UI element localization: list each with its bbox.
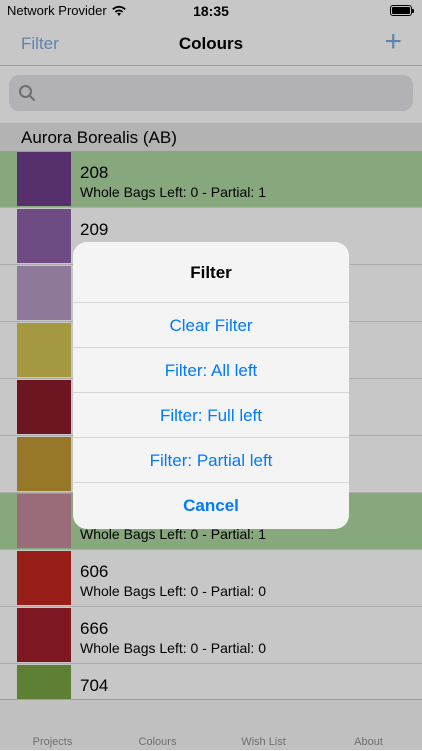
- cancel-button[interactable]: Cancel: [73, 483, 349, 528]
- filter-partial-left-button[interactable]: Filter: Partial left: [73, 438, 349, 483]
- dialog-title: Filter: [73, 242, 349, 303]
- filter-all-left-button[interactable]: Filter: All left: [73, 348, 349, 393]
- filter-dialog: Filter Clear Filter Filter: All left Fil…: [73, 242, 349, 529]
- clear-filter-button[interactable]: Clear Filter: [73, 303, 349, 348]
- filter-full-left-button[interactable]: Filter: Full left: [73, 393, 349, 438]
